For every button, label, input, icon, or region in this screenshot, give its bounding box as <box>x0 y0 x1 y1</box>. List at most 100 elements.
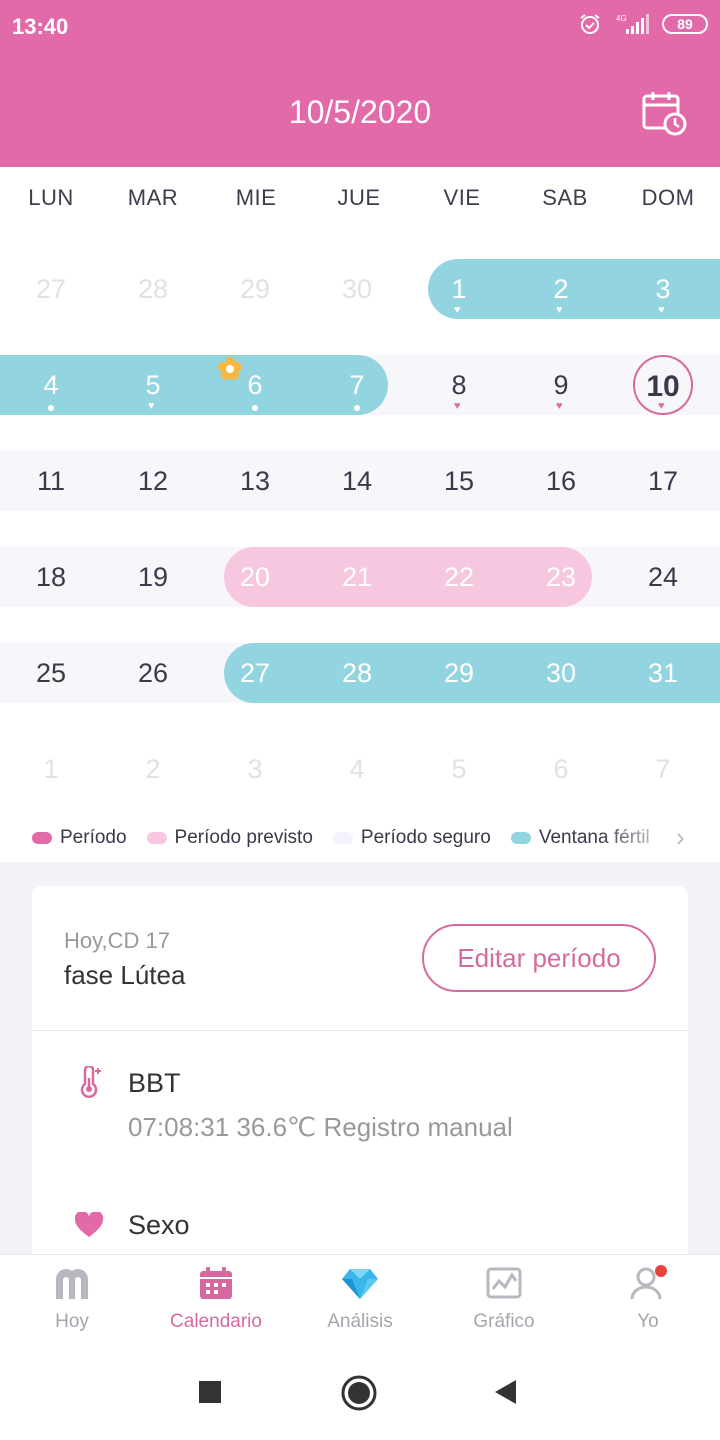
nav-item-grafico[interactable]: Gráfico <box>432 1255 576 1345</box>
calendar-day[interactable]: 29 <box>408 658 510 689</box>
edit-period-button[interactable]: Editar período <box>422 924 656 992</box>
legend-item: Período <box>32 827 127 849</box>
nav-item-hoy[interactable]: Hoy <box>0 1255 144 1345</box>
calendar-day[interactable]: 11 <box>0 466 102 497</box>
calendar-day[interactable]: 20 <box>204 562 306 593</box>
calendar-day[interactable]: 13 <box>204 466 306 497</box>
heart-marker-icon: ♥ <box>658 400 665 412</box>
thermometer-icon <box>80 1066 101 1098</box>
calendar-day[interactable]: 6 <box>510 754 612 785</box>
weekday-label: MAR <box>127 185 179 210</box>
calendar-day[interactable]: 26 <box>102 658 204 689</box>
nav-item-calendario[interactable]: Calendario <box>144 1255 288 1345</box>
legend-swatch <box>146 832 167 844</box>
calendar-day[interactable]: 4 <box>0 370 102 401</box>
legend-label: Período seguro <box>360 827 491 848</box>
calendar-day[interactable]: 28 <box>306 658 408 689</box>
calendar-day[interactable]: 8 <box>408 370 510 401</box>
header-bar: 13:40 4G 89 10/5/2020 <box>0 0 720 167</box>
heart-marker-icon: ♥ <box>454 400 461 412</box>
weekday-label: SAB <box>542 185 588 210</box>
legend-item: Período previsto <box>146 827 313 849</box>
calendar-day[interactable]: 23 <box>510 562 612 593</box>
calendar-day[interactable]: 22 <box>408 562 510 593</box>
calendar-day[interactable]: 3 <box>612 274 714 305</box>
system-nav-bar <box>0 1344 720 1440</box>
calendar-day[interactable]: 17 <box>612 466 714 497</box>
calendar-day[interactable]: 31 <box>612 658 714 689</box>
calendar-day[interactable]: 7 <box>306 370 408 401</box>
calendar-day[interactable]: 2 <box>510 274 612 305</box>
calendar-day[interactable]: 29 <box>204 274 306 305</box>
back-icon[interactable] <box>494 1379 518 1405</box>
page-title: 10/5/2020 <box>288 94 432 130</box>
calendar-day[interactable]: 15 <box>408 466 510 497</box>
calendar-legend: Período Período previsto Período seguro … <box>32 824 692 852</box>
legend-label: Período <box>60 827 127 848</box>
calendar-day[interactable]: 6 <box>204 370 306 401</box>
calendar-day[interactable]: 24 <box>612 562 714 593</box>
calendar-day[interactable]: 21 <box>306 562 408 593</box>
home-icon[interactable] <box>340 1374 378 1412</box>
weekday-label: VIE <box>443 185 481 210</box>
recent-apps-icon[interactable] <box>198 1380 222 1404</box>
nav-label: Análisis <box>327 1311 393 1332</box>
calendar-day[interactable]: 27 <box>204 658 306 689</box>
legend-fade <box>600 820 680 854</box>
calendar-day[interactable]: 16 <box>510 466 612 497</box>
cycle-phase-label: fase Lútea <box>64 960 186 990</box>
legend-item: Período seguro <box>332 827 491 849</box>
calendar-day[interactable]: 27 <box>0 274 102 305</box>
bbt-title: BBT <box>128 1068 181 1098</box>
calendar-day-today[interactable]: 10 <box>612 370 714 404</box>
status-time: 13:40 <box>12 14 69 39</box>
calendar-day[interactable]: 1 <box>0 754 102 785</box>
calendar-day[interactable]: 14 <box>306 466 408 497</box>
record-dot <box>252 405 258 411</box>
calendar-day[interactable]: 25 <box>0 658 102 689</box>
bottom-nav: Hoy Calendario Análisis Gráfico Yo <box>0 1254 720 1344</box>
calendar-day[interactable]: 7 <box>612 754 714 785</box>
calendar-day[interactable]: 4 <box>306 754 408 785</box>
nav-label: Yo <box>637 1311 659 1332</box>
calendar-day[interactable]: 12 <box>102 466 204 497</box>
legend-label: Período previsto <box>174 827 313 848</box>
record-dot <box>48 405 54 411</box>
heart-marker-icon: ♥ <box>556 400 563 412</box>
calendar-day[interactable]: 30 <box>510 658 612 689</box>
today-icon <box>56 1269 88 1299</box>
nav-label: Hoy <box>55 1311 89 1332</box>
calendar-day[interactable]: 9 <box>510 370 612 401</box>
weekday-label: JUE <box>337 185 381 210</box>
status-icons: 4G 89 <box>578 12 708 36</box>
calendar-day[interactable]: 5 <box>102 370 204 401</box>
nav-item-analisis[interactable]: Análisis <box>288 1255 432 1345</box>
calendar-day[interactable]: 19 <box>102 562 204 593</box>
heart-marker-icon: ♥ <box>148 400 155 412</box>
calendar-day[interactable]: 3 <box>204 754 306 785</box>
nav-item-yo[interactable]: Yo <box>576 1255 720 1345</box>
alarm-icon <box>580 14 600 34</box>
calendar-day[interactable]: 1 <box>408 274 510 305</box>
chevron-right-icon[interactable]: › <box>676 822 685 853</box>
profile-icon <box>630 1265 667 1300</box>
calendar-day[interactable]: 18 <box>0 562 102 593</box>
calendar-day[interactable]: 5 <box>408 754 510 785</box>
calendar-day[interactable]: 2 <box>102 754 204 785</box>
legend-swatch <box>32 832 52 844</box>
weekday-header: LUN MAR MIE JUE VIE SAB DOM <box>0 167 720 227</box>
nav-label: Gráfico <box>473 1311 535 1332</box>
divider <box>32 1030 688 1031</box>
diamond-icon <box>342 1269 378 1299</box>
cycle-day-label: Hoy,CD 17 <box>64 928 170 953</box>
weekday-label: LUN <box>28 185 74 210</box>
legend-swatch <box>510 832 531 844</box>
calendar-day[interactable]: 28 <box>102 274 204 305</box>
calendar-day[interactable]: 30 <box>306 274 408 305</box>
calendar-clock-icon[interactable] <box>640 88 688 136</box>
battery-indicator: 89 <box>662 14 708 34</box>
legend-swatch <box>332 832 353 844</box>
record-dot <box>354 405 360 411</box>
bbt-value: 07:08:31 36.6℃ Registro manual <box>128 1112 513 1142</box>
weekday-label: DOM <box>641 185 695 210</box>
